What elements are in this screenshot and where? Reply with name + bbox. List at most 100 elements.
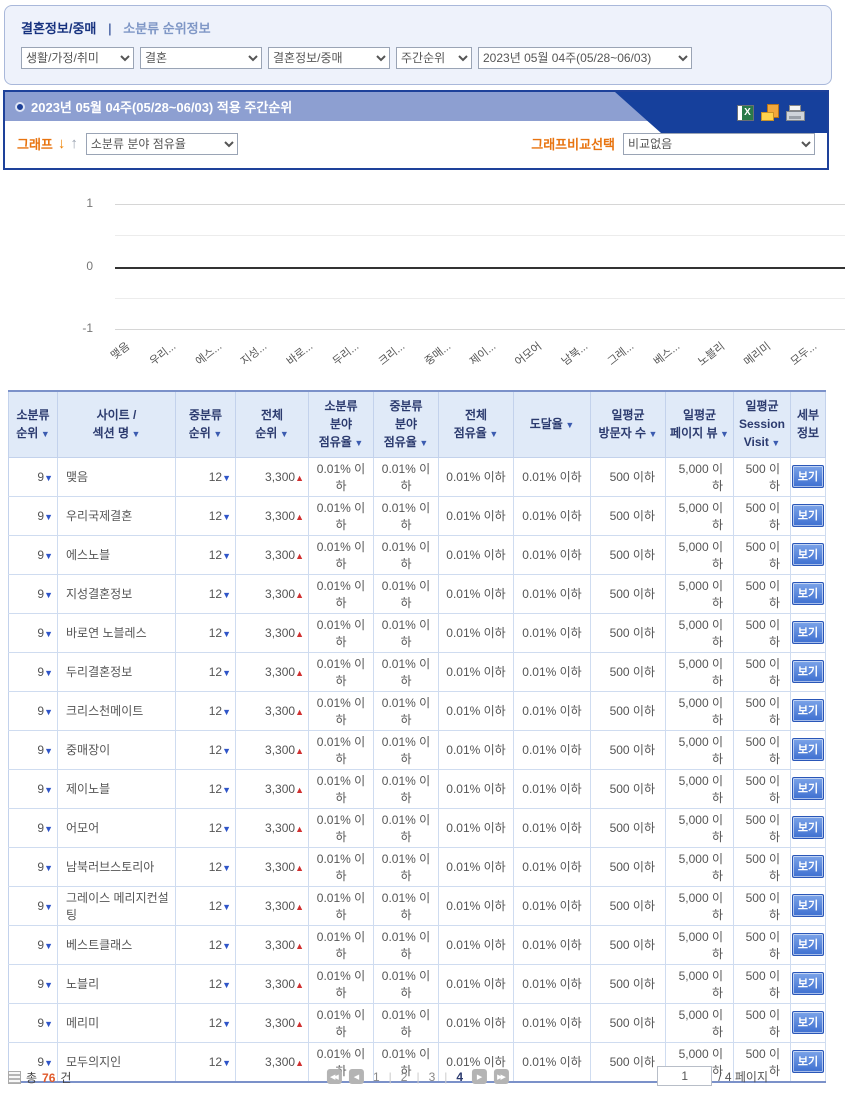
mail-export-icon[interactable]: [761, 104, 779, 121]
category2-select[interactable]: 결혼: [140, 47, 262, 69]
cell-mid_share: 0.01% 이하: [374, 574, 439, 613]
sort-icon[interactable]: ▼: [352, 438, 363, 448]
gridline: [115, 267, 845, 269]
view-detail-button[interactable]: 보기: [792, 738, 824, 761]
view-detail-button[interactable]: 보기: [792, 933, 824, 956]
period-select[interactable]: 2023년 05월 04주(05/28~06/03): [478, 47, 692, 69]
sort-icon[interactable]: ▼: [129, 429, 140, 439]
column-header-4[interactable]: 소분류분야점유율 ▼: [309, 391, 374, 457]
sort-descending-icon[interactable]: ↓: [58, 136, 66, 151]
sort-icon[interactable]: ▼: [487, 429, 498, 439]
column-header-7[interactable]: 도달율 ▼: [514, 391, 591, 457]
table-row: 9▼중매장이12▼3,300▲0.01% 이하0.01% 이하0.01% 이하0…: [9, 730, 826, 769]
first-page-button[interactable]: ◀◀: [327, 1069, 342, 1084]
graph-metric-select[interactable]: 소분류 분야 점유율: [86, 133, 238, 155]
page-number-2[interactable]: 2: [399, 1070, 410, 1084]
rank-down-icon: ▼: [222, 512, 231, 522]
view-detail-button[interactable]: 보기: [792, 504, 824, 527]
column-header-3[interactable]: 전체순위 ▼: [236, 391, 309, 457]
excel-export-icon[interactable]: X: [737, 105, 754, 121]
view-detail-button[interactable]: 보기: [792, 894, 824, 917]
page-number-4[interactable]: 4: [454, 1070, 465, 1084]
cell-mid_rank: 12▼: [176, 730, 236, 769]
sort-icon[interactable]: ▼: [769, 438, 780, 448]
cell-detail: 보기: [791, 535, 826, 574]
page-input[interactable]: [657, 1066, 712, 1086]
cell-name: 우리국제결혼: [58, 496, 176, 535]
column-header-10[interactable]: 일평균SessionVisit ▼: [734, 391, 791, 457]
breadcrumb: 결혼정보/중매 | 소분류 순위정보: [21, 18, 815, 37]
table-row: 9▼제이노블12▼3,300▲0.01% 이하0.01% 이하0.01% 이하0…: [9, 769, 826, 808]
rank-up-icon: ▲: [295, 785, 304, 795]
view-detail-button[interactable]: 보기: [792, 816, 824, 839]
cell-detail: 보기: [791, 652, 826, 691]
column-header-0[interactable]: 소분류순위 ▼: [9, 391, 58, 457]
view-detail-button[interactable]: 보기: [792, 777, 824, 800]
sort-icon[interactable]: ▼: [646, 429, 657, 439]
column-header-1[interactable]: 사이트 /섹션 명 ▼: [58, 391, 176, 457]
sort-icon[interactable]: ▼: [277, 429, 288, 439]
view-detail-button[interactable]: 보기: [792, 660, 824, 683]
category1-select[interactable]: 생활/가정/취미: [21, 47, 134, 69]
table-row: 9▼어모어12▼3,300▲0.01% 이하0.01% 이하0.01% 이하0.…: [9, 808, 826, 847]
sort-ascending-icon[interactable]: ↑: [70, 136, 78, 151]
cell-name: 메리미: [58, 1003, 176, 1042]
cell-total_share: 0.01% 이하: [439, 847, 514, 886]
last-page-button[interactable]: ▶▶: [494, 1069, 509, 1084]
cell-total_rank: 3,300▲: [236, 535, 309, 574]
cell-total_rank: 3,300▲: [236, 964, 309, 1003]
sort-icon[interactable]: ▼: [718, 429, 729, 439]
graph-compare-select[interactable]: 비교없음: [623, 133, 815, 155]
sort-icon[interactable]: ▼: [563, 420, 574, 430]
print-icon[interactable]: [786, 105, 805, 121]
cell-mid_rank: 12▼: [176, 769, 236, 808]
page-number-1[interactable]: 1: [371, 1070, 382, 1084]
view-detail-button[interactable]: 보기: [792, 582, 824, 605]
cell-mid_rank: 12▼: [176, 457, 236, 496]
sort-icon[interactable]: ▼: [211, 429, 222, 439]
cell-rank: 9▼: [9, 925, 58, 964]
cell-rank: 9▼: [9, 496, 58, 535]
total-suffix: 건: [60, 1069, 71, 1086]
column-header-2[interactable]: 중분류순위 ▼: [176, 391, 236, 457]
cell-mid_share: 0.01% 이하: [374, 808, 439, 847]
graph-panel: X 2023년 05월 04주(05/28~06/03) 적용 주간순위 그래프…: [3, 90, 829, 170]
view-detail-button[interactable]: 보기: [792, 699, 824, 722]
cell-total_rank: 3,300▲: [236, 652, 309, 691]
rank-down-icon: ▼: [44, 629, 53, 639]
table-row: 9▼노블리12▼3,300▲0.01% 이하0.01% 이하0.01% 이하0.…: [9, 964, 826, 1003]
cell-visitors: 500 이하: [591, 574, 666, 613]
gridline: [115, 235, 845, 236]
cell-visitors: 500 이하: [591, 808, 666, 847]
cell-mid_share: 0.01% 이하: [374, 886, 439, 925]
cell-mid_rank: 12▼: [176, 964, 236, 1003]
cell-name: 베스트클래스: [58, 925, 176, 964]
prev-page-button[interactable]: ◀: [349, 1069, 364, 1084]
sort-icon[interactable]: ▼: [38, 429, 49, 439]
category3-select[interactable]: 결혼정보/중매: [268, 47, 390, 69]
view-detail-button[interactable]: 보기: [792, 543, 824, 566]
period-type-select[interactable]: 주간순위: [396, 47, 472, 69]
rank-down-icon: ▼: [44, 980, 53, 990]
filter-box: 결혼정보/중매 | 소분류 순위정보 생활/가정/취미 결혼 결혼정보/중매 주…: [4, 5, 832, 85]
gridline: [115, 329, 845, 330]
next-page-button[interactable]: ▶: [472, 1069, 487, 1084]
column-header-9[interactable]: 일평균페이지 뷰 ▼: [666, 391, 734, 457]
cell-detail: 보기: [791, 964, 826, 1003]
cell-mid_rank: 12▼: [176, 886, 236, 925]
cell-small_share: 0.01% 이하: [309, 847, 374, 886]
view-detail-button[interactable]: 보기: [792, 465, 824, 488]
view-detail-button[interactable]: 보기: [792, 855, 824, 878]
view-detail-button[interactable]: 보기: [792, 1011, 824, 1034]
column-header-5[interactable]: 중분류분야점유율 ▼: [374, 391, 439, 457]
view-detail-button[interactable]: 보기: [792, 621, 824, 644]
page-number-3[interactable]: 3: [427, 1070, 438, 1084]
page-total-label: / 4 페이지: [718, 1068, 768, 1085]
view-detail-button[interactable]: 보기: [792, 972, 824, 995]
total-number: 76: [42, 1071, 55, 1085]
column-header-8[interactable]: 일평균방문자 수 ▼: [591, 391, 666, 457]
cell-total_share: 0.01% 이하: [439, 535, 514, 574]
column-header-6[interactable]: 전체점유율 ▼: [439, 391, 514, 457]
sort-icon[interactable]: ▼: [417, 438, 428, 448]
gridline: [115, 298, 845, 299]
